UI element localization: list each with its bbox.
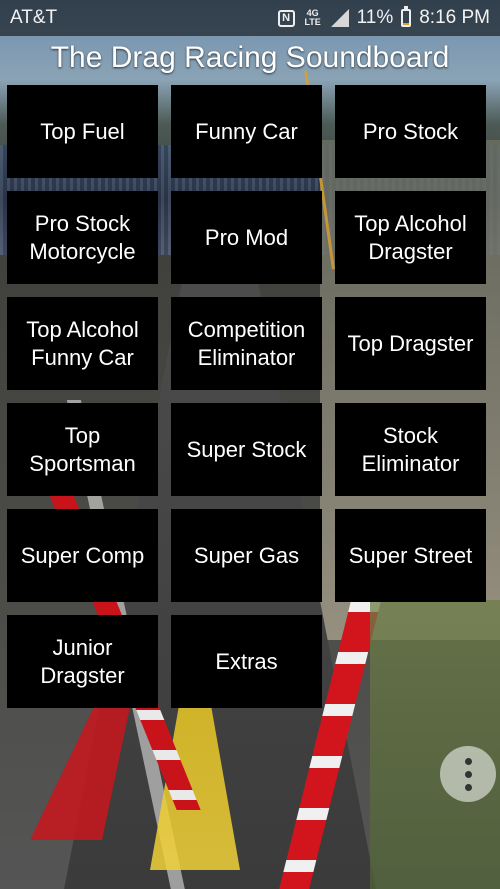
extras-button[interactable]: Extras [171,615,322,708]
funny-car-button[interactable]: Funny Car [171,85,322,178]
clock: 8:16 PM [419,7,490,28]
competition-eliminator-button[interactable]: Competition Eliminator [171,297,322,390]
top-alcohol-dragster-button[interactable]: Top Alcohol Dragster [335,191,486,284]
battery-percent: 11% [356,7,394,28]
more-options-button[interactable] [440,746,496,802]
junior-dragster-button[interactable]: Junior Dragster [7,615,158,708]
top-dragster-button[interactable]: Top Dragster [335,297,486,390]
carrier-name: AT&T [10,7,58,28]
nfc-icon: N [277,9,295,27]
soundboard-grid: Top Fuel Funny Car Pro Stock Pro Stock Moto… [7,85,487,708]
pro-mod-button[interactable]: Pro Mod [171,191,322,284]
super-gas-button[interactable]: Super Gas [171,509,322,602]
signal-icon [330,9,349,27]
more-vertical-icon [464,757,472,791]
super-street-button[interactable]: Super Street [335,509,486,602]
pro-stock-motorcycle-button[interactable]: Pro Stock Motorcycle [7,191,158,284]
status-icons: N 4G LTE 11% 8:16 PM [277,6,490,29]
stock-eliminator-button[interactable]: Stock Eliminator [335,403,486,496]
top-fuel-button[interactable]: Top Fuel [7,85,158,178]
page-title: The Drag Racing Soundboard [50,41,450,74]
top-alcohol-funny-car-button[interactable]: Top Alcohol Funny Car [7,297,158,390]
super-stock-button[interactable]: Super Stock [171,403,322,496]
pro-stock-button[interactable]: Pro Stock [335,85,486,178]
battery-level [403,23,410,25]
super-comp-button[interactable]: Super Comp [7,509,158,602]
lte-icon: 4G LTE [304,8,321,27]
status-bar: AT&T N 4G LTE 11% 8:16 PM [0,0,500,36]
battery-icon [401,6,412,27]
top-sportsman-button[interactable]: Top Sportsman [7,403,158,496]
